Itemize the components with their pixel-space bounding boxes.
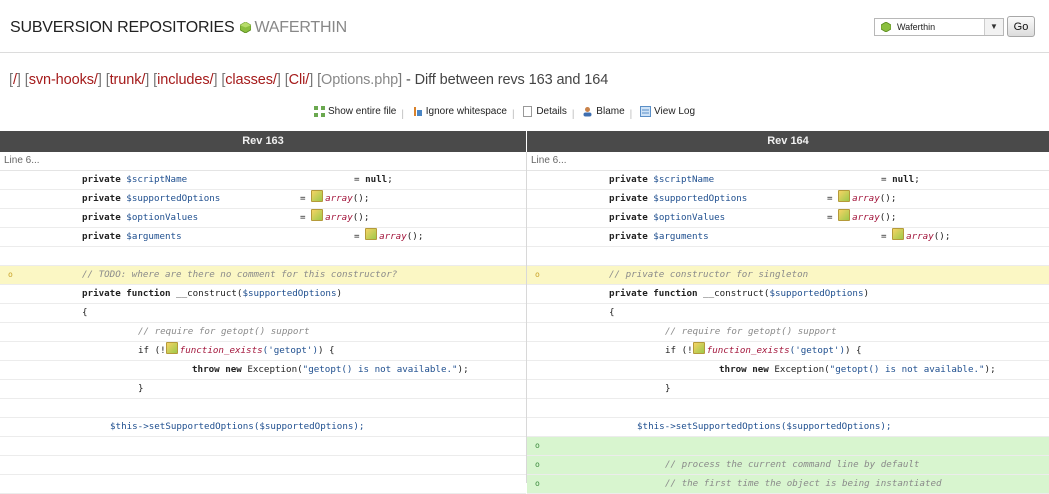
code-row: $this->setSupportedOptions($supportedOpt… (0, 418, 526, 437)
changed-row: o// private constructor for singleton (527, 266, 1049, 285)
code-row: } (0, 380, 526, 399)
blank-row (527, 247, 1049, 266)
blank-row (0, 456, 526, 475)
breadcrumb-classes[interactable]: classes/ (225, 72, 277, 88)
blame-button[interactable]: Blame (582, 106, 625, 117)
right-diff-column: Line 6... private $scriptName = null; pri… (527, 152, 1049, 494)
user-icon (583, 107, 592, 117)
code-row: private $arguments = array(); (0, 228, 526, 247)
line-label: Line 6... (0, 152, 526, 171)
breadcrumb-svn-hooks[interactable]: svn-hooks/ (29, 72, 98, 88)
code-row: } (527, 380, 1049, 399)
code-row: { (527, 304, 1049, 323)
ignore-whitespace-button[interactable]: Ignore whitespace (412, 106, 507, 117)
add-marker: o (535, 441, 540, 450)
blank-row (0, 247, 526, 266)
breadcrumb-includes[interactable]: includes/ (157, 72, 213, 88)
view-log-button[interactable]: View Log (640, 106, 695, 117)
site-title-text[interactable]: SUBVERSION REPOSITORIES (10, 19, 235, 36)
code-row: private $optionValues = array(); (527, 209, 1049, 228)
chevron-down-icon[interactable]: ▼ (984, 19, 1003, 35)
code-row: private $scriptName = null; (0, 171, 526, 190)
breadcrumb-trunk[interactable]: trunk/ (110, 72, 146, 88)
function-link-icon[interactable] (311, 190, 324, 202)
repository-select[interactable]: Waferthin ▼ (874, 18, 1004, 36)
ignore-whitespace-label: Ignore whitespace (425, 106, 507, 117)
code-row: private function __construct($supportedO… (0, 285, 526, 304)
log-icon (640, 106, 652, 117)
code-row: // require for getopt() support (527, 323, 1049, 342)
function-link-icon[interactable] (365, 228, 378, 240)
repo-select-gem-icon (881, 22, 891, 32)
blank-row (0, 475, 526, 494)
diff-description: - Diff between revs 163 and 164 (402, 72, 609, 88)
function-link-icon[interactable] (165, 342, 178, 354)
site-title: SUBVERSION REPOSITORIES WAFERTHIN (10, 19, 347, 37)
code-row: // require for getopt() support (0, 323, 526, 342)
diff-toolbar: Show entire file | Ignore whitespace | D… (314, 106, 695, 120)
document-icon (523, 106, 533, 117)
view-log-label: View Log (654, 106, 696, 117)
change-marker: o (8, 270, 13, 279)
expand-icon (314, 106, 325, 117)
code-row: $this->setSupportedOptions($supportedOpt… (527, 418, 1049, 437)
function-link-icon[interactable] (311, 209, 324, 221)
top-bar: SUBVERSION REPOSITORIES WAFERTHIN Waferth… (0, 0, 1049, 53)
blank-row (0, 399, 526, 418)
code-row: if (! function_exists('getopt')) { (0, 342, 526, 361)
code-row: throw new Exception("getopt() is not ava… (527, 361, 1049, 380)
blank-row (527, 399, 1049, 418)
code-row: private $scriptName = null; (527, 171, 1049, 190)
function-link-icon[interactable] (892, 228, 905, 240)
code-row: if (! function_exists('getopt')) { (527, 342, 1049, 361)
whitespace-icon (413, 107, 422, 116)
left-diff-column: Line 6... private $scriptName = null; pri… (0, 152, 526, 494)
code-row: private function __construct($supportedO… (527, 285, 1049, 304)
repository-select-value: Waferthin (897, 22, 936, 32)
added-row: o (527, 437, 1049, 456)
details-label: Details (536, 106, 567, 117)
function-link-icon[interactable] (838, 209, 851, 221)
function-link-icon[interactable] (838, 190, 851, 202)
changed-row: o// TODO: where are there no comment for… (0, 266, 526, 285)
breadcrumb-cli[interactable]: Cli/ (289, 72, 310, 88)
code-row: private $supportedOptions = array(); (0, 190, 526, 209)
repo-name[interactable]: WAFERTHIN (255, 19, 348, 36)
line-label: Line 6... (527, 152, 1049, 171)
add-marker: o (535, 479, 540, 488)
code-row: { (0, 304, 526, 323)
function-link-icon[interactable] (692, 342, 705, 354)
code-row: private $supportedOptions = array(); (527, 190, 1049, 209)
code-row: private $arguments = array(); (527, 228, 1049, 247)
blame-label: Blame (596, 106, 625, 117)
added-row: o// process the current command line by … (527, 456, 1049, 475)
added-row: o// the first time the object is being i… (527, 475, 1049, 494)
details-button[interactable]: Details (522, 106, 567, 117)
blank-row (0, 437, 526, 456)
go-button[interactable]: Go (1007, 16, 1035, 37)
show-entire-file-button[interactable]: Show entire file (314, 106, 396, 117)
change-marker: o (535, 270, 540, 279)
right-revision-header: Rev 164 (527, 131, 1049, 152)
breadcrumb-current-file: Options.php (321, 72, 399, 88)
show-entire-file-label: Show entire file (328, 106, 397, 117)
code-row: throw new Exception("getopt() is not ava… (0, 361, 526, 380)
left-revision-header: Rev 163 (0, 131, 526, 152)
breadcrumb: [/] [svn-hooks/] [trunk/] [includes/] [c… (9, 72, 609, 88)
add-marker: o (535, 460, 540, 469)
code-row: private $optionValues = array(); (0, 209, 526, 228)
repo-gem-icon (239, 22, 251, 33)
